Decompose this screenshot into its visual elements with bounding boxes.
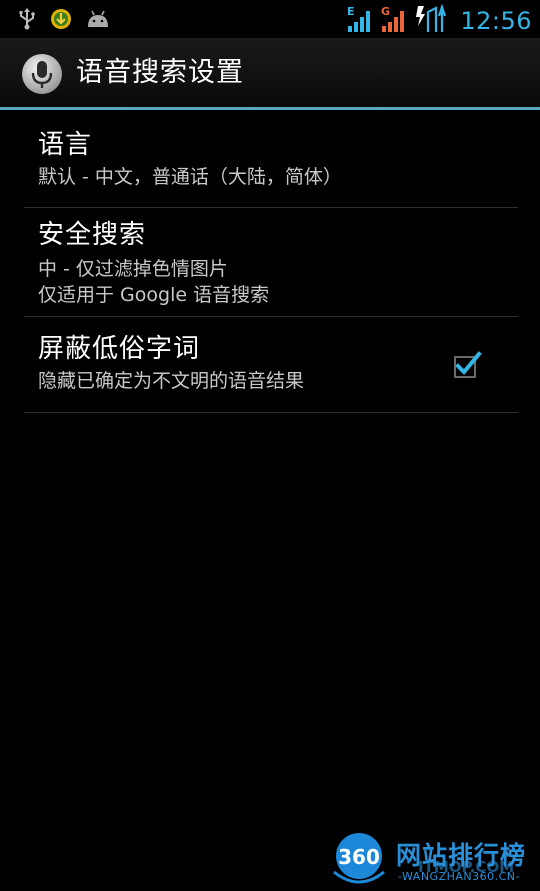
svg-text:E: E [347,5,355,18]
screen: E G 12:56 语音搜索设置 语言 默认 - 中文，普通话（大陆，简体） 安… [0,0,540,891]
signal-e-icon: E [346,4,374,38]
pref-language-title: 语言 [38,130,93,160]
pref-safesearch-summary-line2: 仅适用于 Google 语音搜索 [38,284,270,306]
status-bar: E G 12:56 [0,0,540,38]
pref-language[interactable]: 语言 默认 - 中文，普通话（大陆，简体） [38,128,518,196]
android-debug-icon [86,10,110,32]
pref-block-offensive[interactable]: 屏蔽低俗字词 隐藏已确定为不文明的语音结果 [38,332,518,402]
watermark-360-badge: 360 [333,833,385,884]
signal-g-icon: G [380,4,408,38]
svg-text:G: G [381,5,390,18]
notification-icons [18,8,110,34]
action-bar: 语音搜索设置 [0,38,540,107]
divider [24,316,518,317]
download-app-icon [50,8,72,34]
watermark-logo: 360 网站排行榜 ITMOP.COM -WANGZHAN360.CN- [326,832,536,888]
usb-icon [18,8,36,34]
watermark-subtext: -WANGZHAN360.CN- [398,870,521,883]
block-offensive-checkbox[interactable] [452,350,482,380]
pref-safesearch-summary-line1: 中 - 仅过滤掉色情图片 [38,258,228,280]
divider [24,412,518,413]
divider [24,207,518,208]
system-icons: E G 12:56 [346,3,532,38]
page-title: 语音搜索设置 [76,57,244,88]
microphone-icon[interactable] [21,53,63,95]
pref-block-offensive-summary: 隐藏已确定为不文明的语音结果 [38,370,305,392]
pref-safesearch-title: 安全搜索 [38,220,147,250]
pref-block-offensive-title: 屏蔽低俗字词 [38,334,201,364]
charging-battery-icon [414,3,448,38]
pref-language-summary: 默认 - 中文，普通话（大陆，简体） [38,166,342,188]
pref-safesearch[interactable]: 安全搜索 中 - 仅过滤掉色情图片 仅适用于 Google 语音搜索 [38,218,518,308]
svg-text:360: 360 [338,845,380,869]
clock: 12:56 [460,7,532,35]
action-bar-divider [0,107,540,110]
